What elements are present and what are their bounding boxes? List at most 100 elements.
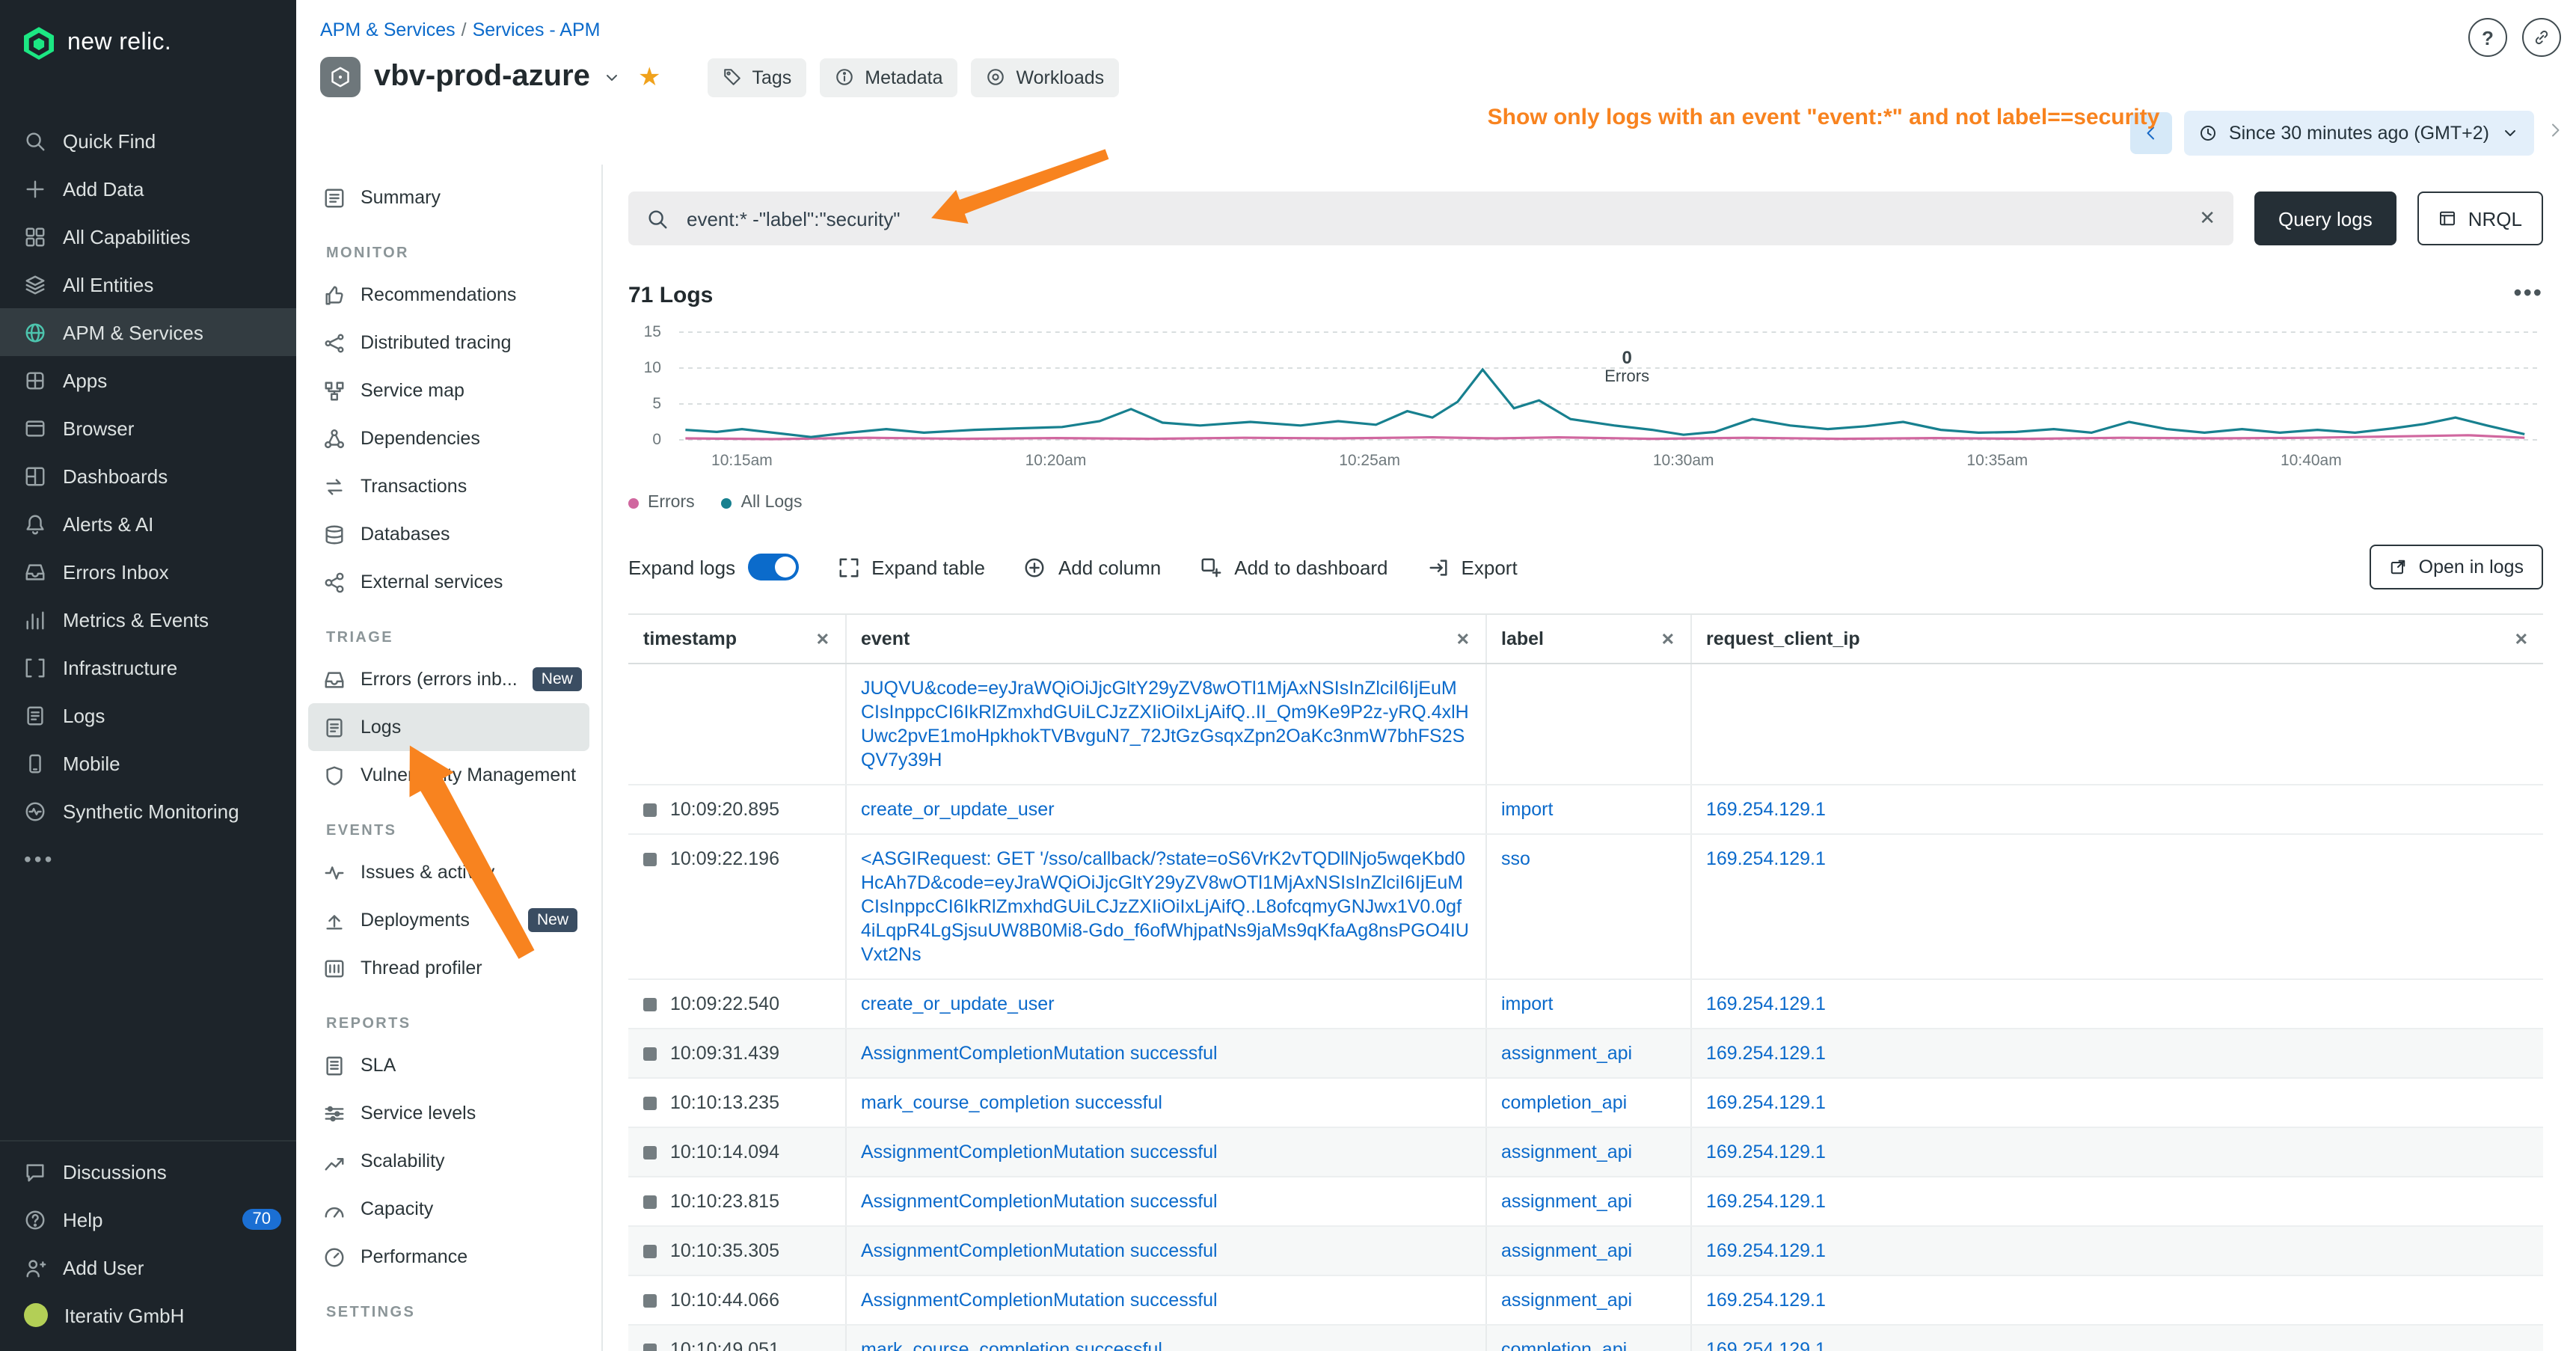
sidebar-item-all-entities[interactable]: All Entities xyxy=(0,260,296,308)
table-row[interactable]: 10:09:20.895 create_or_update_user impor… xyxy=(628,785,2543,834)
row-select-checkbox[interactable] xyxy=(643,1244,657,1257)
cell-label-link[interactable]: assignment_api xyxy=(1501,1240,1632,1261)
cell-ip-link[interactable]: 169.254.129.1 xyxy=(1706,1191,1826,1212)
nrql-button[interactable]: NRQL xyxy=(2417,192,2543,245)
table-row[interactable]: 10:09:22.540 create_or_update_user impor… xyxy=(628,979,2543,1029)
query-input[interactable] xyxy=(684,206,2184,231)
legend-errors[interactable]: Errors xyxy=(628,494,695,512)
nav-item-scalability[interactable]: Scalability xyxy=(308,1137,589,1185)
sidebar-item-help[interactable]: Help70 xyxy=(0,1195,296,1243)
chart-overflow-menu[interactable]: ••• xyxy=(2513,281,2543,308)
cell-label-link[interactable]: completion_api xyxy=(1501,1092,1627,1113)
nav-item-vulnerability-management[interactable]: Vulnerability Management xyxy=(308,751,589,799)
sidebar-item-errors-inbox[interactable]: Errors Inbox xyxy=(0,548,296,595)
column-header-label[interactable]: label xyxy=(1501,628,1544,649)
cell-event-link[interactable]: AssignmentCompletionMutation successful xyxy=(861,1142,1218,1162)
nav-item-service-levels[interactable]: Service levels xyxy=(308,1089,589,1137)
copy-link-button[interactable] xyxy=(2522,18,2561,57)
row-select-checkbox[interactable] xyxy=(643,1096,657,1109)
remove-column-icon[interactable]: ✕ xyxy=(816,629,829,649)
expand-table-button[interactable]: Expand table xyxy=(837,556,985,578)
remove-column-icon[interactable]: ✕ xyxy=(1456,629,1470,649)
nav-item-sla[interactable]: SLA xyxy=(308,1041,589,1089)
nav-item-thread-profiler[interactable]: Thread profiler xyxy=(308,944,589,992)
table-row[interactable]: 10:10:14.094 AssignmentCompletionMutatio… xyxy=(628,1127,2543,1177)
column-header-request-client-ip[interactable]: request_client_ip xyxy=(1706,628,1860,649)
cell-ip-link[interactable]: 169.254.129.1 xyxy=(1706,1240,1826,1261)
logs-timeseries-chart[interactable]: 051015 0 Errors 10:15am10:20am10:25am10:… xyxy=(628,326,2543,479)
favorite-star-icon[interactable]: ★ xyxy=(638,62,661,92)
cell-ip-link[interactable]: 169.254.129.1 xyxy=(1706,1142,1826,1162)
cell-ip-link[interactable]: 169.254.129.1 xyxy=(1706,1339,1826,1351)
table-row[interactable]: 10:10:44.066 AssignmentCompletionMutatio… xyxy=(628,1275,2543,1325)
cell-event-link[interactable]: create_or_update_user xyxy=(861,799,1055,820)
clear-query-icon[interactable]: ✕ xyxy=(2199,206,2215,230)
export-button[interactable]: Export xyxy=(1427,556,1518,578)
add-column-button[interactable]: Add column xyxy=(1024,556,1161,578)
cell-event-link[interactable]: create_or_update_user xyxy=(861,993,1055,1014)
cell-event-link[interactable]: JUQVU&code=eyJraWQiOiJjcGltY29yZV8wOTl1M… xyxy=(861,678,1469,771)
breadcrumb-link-apm-services[interactable]: APM & Services xyxy=(320,19,456,40)
remove-column-icon[interactable]: ✕ xyxy=(1661,629,1675,649)
sidebar-item-metrics-events[interactable]: Metrics & Events xyxy=(0,595,296,643)
sidebar-item-logs[interactable]: Logs xyxy=(0,691,296,739)
sidebar-item-dashboards[interactable]: Dashboards xyxy=(0,452,296,500)
sidebar-item-discussions[interactable]: Discussions xyxy=(0,1148,296,1195)
nav-item-distributed-tracing[interactable]: Distributed tracing xyxy=(308,319,589,367)
nav-item-errors-inbox[interactable]: Errors (errors inb...New xyxy=(308,655,589,703)
sidebar-item-synthetic-monitoring[interactable]: Synthetic Monitoring xyxy=(0,787,296,835)
tags-button[interactable]: Tags xyxy=(707,58,806,96)
row-select-checkbox[interactable] xyxy=(643,1343,657,1351)
sidebar-item-quick-find[interactable]: Quick Find xyxy=(0,117,296,165)
cell-event-link[interactable]: AssignmentCompletionMutation successful xyxy=(861,1191,1218,1212)
cell-event-link[interactable]: AssignmentCompletionMutation successful xyxy=(861,1290,1218,1311)
sidebar-item-mobile[interactable]: Mobile xyxy=(0,739,296,787)
cell-label-link[interactable]: completion_api xyxy=(1501,1339,1627,1351)
sidebar-item-add-user[interactable]: Add User xyxy=(0,1243,296,1291)
table-row[interactable]: JUQVU&code=eyJraWQiOiJjcGltY29yZV8wOTl1M… xyxy=(628,664,2543,785)
open-in-logs-button[interactable]: Open in logs xyxy=(2370,545,2543,589)
nav-item-logs[interactable]: Logs xyxy=(308,703,589,751)
new-relic-logo[interactable]: new relic. xyxy=(0,0,296,87)
cell-label-link[interactable]: import xyxy=(1501,993,1553,1014)
chevron-down-icon[interactable] xyxy=(604,68,622,86)
table-row[interactable]: 10:10:13.235 mark_course_completion succ… xyxy=(628,1078,2543,1127)
workloads-button[interactable]: Workloads xyxy=(972,58,1120,96)
nav-item-issues-activity[interactable]: Issues & activity xyxy=(308,848,589,896)
breadcrumb-link-services-apm[interactable]: Services - APM xyxy=(473,19,601,40)
row-select-checkbox[interactable] xyxy=(643,803,657,816)
cell-label-link[interactable]: assignment_api xyxy=(1501,1142,1632,1162)
nav-item-performance[interactable]: Performance xyxy=(308,1233,589,1281)
help-button[interactable]: ? xyxy=(2468,18,2507,57)
sidebar-item-browser[interactable]: Browser xyxy=(0,404,296,452)
log-query-search-box[interactable]: ✕ xyxy=(628,192,2233,245)
sidebar-item-add-data[interactable]: Add Data xyxy=(0,165,296,212)
cell-ip-link[interactable]: 169.254.129.1 xyxy=(1706,1092,1826,1113)
time-picker[interactable]: Since 30 minutes ago (GMT+2) xyxy=(2184,111,2534,156)
table-row[interactable]: 10:09:22.196 <ASGIRequest: GET '/sso/cal… xyxy=(628,834,2543,979)
cell-label-link[interactable]: sso xyxy=(1501,848,1530,869)
query-logs-button[interactable]: Query logs xyxy=(2254,192,2396,245)
table-row[interactable]: 10:10:23.815 AssignmentCompletionMutatio… xyxy=(628,1177,2543,1226)
cell-event-link[interactable]: <ASGIRequest: GET '/sso/callback/?state=… xyxy=(861,848,1469,965)
table-row[interactable]: 10:09:31.439 AssignmentCompletionMutatio… xyxy=(628,1029,2543,1078)
table-row[interactable]: 10:10:49.051 mark_course_completion succ… xyxy=(628,1325,2543,1351)
nav-item-capacity[interactable]: Capacity xyxy=(308,1185,589,1233)
metadata-button[interactable]: Metadata xyxy=(820,58,957,96)
add-to-dashboard-button[interactable]: Add to dashboard xyxy=(1200,556,1387,578)
nav-item-transactions[interactable]: Transactions xyxy=(308,462,589,510)
sidebar-item-alerts-ai[interactable]: Alerts & AI xyxy=(0,500,296,548)
cell-ip-link[interactable]: 169.254.129.1 xyxy=(1706,1043,1826,1064)
nav-item-service-map[interactable]: Service map xyxy=(308,367,589,414)
row-select-checkbox[interactable] xyxy=(643,852,657,866)
nav-item-external-services[interactable]: External services xyxy=(308,558,589,606)
nav-item-deployments[interactable]: DeploymentsNew xyxy=(308,896,589,944)
cell-label-link[interactable]: assignment_api xyxy=(1501,1290,1632,1311)
cell-ip-link[interactable]: 169.254.129.1 xyxy=(1706,848,1826,869)
sidebar-item-apm-services[interactable]: APM & Services xyxy=(0,308,296,356)
row-select-checkbox[interactable] xyxy=(643,1195,657,1208)
nav-item-summary[interactable]: Summary xyxy=(308,174,589,221)
row-select-checkbox[interactable] xyxy=(643,1293,657,1307)
remove-column-icon[interactable]: ✕ xyxy=(2515,629,2528,649)
expand-logs-toggle[interactable] xyxy=(747,554,798,580)
